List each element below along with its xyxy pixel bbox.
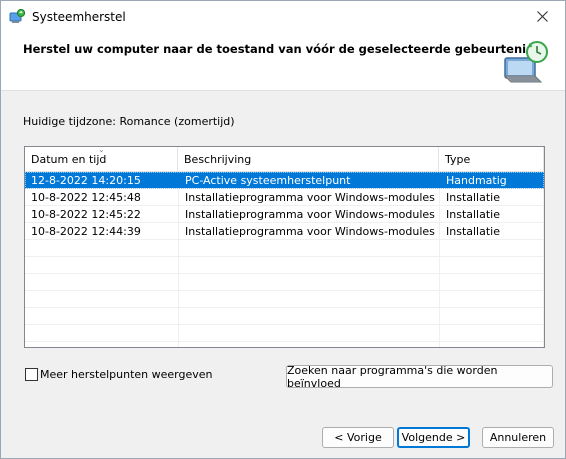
column-header-type[interactable]: Type	[439, 147, 544, 172]
wizard-header: Herstel uw computer naar de toestand van…	[1, 33, 565, 91]
system-restore-icon	[9, 9, 25, 23]
more-restore-points-label: Meer herstelpunten weergeven	[40, 368, 213, 381]
column-header-date[interactable]: ⌄ Datum en tijd	[25, 147, 178, 172]
cancel-button[interactable]: Annuleren	[482, 427, 554, 448]
title-bar[interactable]: Systeemherstel	[1, 1, 565, 33]
window-title: Systeemherstel	[32, 10, 126, 24]
table-row[interactable]: 10-8-2022 12:44:39 Installatieprogramma …	[25, 223, 544, 240]
checkbox-box[interactable]	[25, 368, 38, 381]
cell-date: 10-8-2022 12:44:39	[31, 225, 141, 238]
monitor-restore-icon	[503, 41, 548, 83]
table-row[interactable]: 10-8-2022 12:45:48 Installatieprogramma …	[25, 189, 544, 206]
empty-row	[25, 240, 544, 257]
column-header-description-label: Beschrijving	[184, 153, 252, 166]
cell-type: Installatie	[446, 191, 500, 204]
list-header: ⌄ Datum en tijd Beschrijving Type	[25, 147, 544, 172]
cell-description: Installatieprogramma voor Windows-module…	[185, 191, 435, 204]
system-restore-window: Systeemherstel Herstel uw computer naar …	[0, 0, 566, 459]
cell-date: 12-8-2022 14:20:15	[31, 174, 141, 187]
cell-description: PC-Active systeemherstelpunt	[185, 174, 351, 187]
scan-affected-programs-button[interactable]: Zoeken naar programma's die worden beïnv…	[286, 364, 553, 390]
empty-row	[25, 308, 544, 325]
cell-description: Installatieprogramma voor Windows-module…	[185, 208, 435, 221]
cell-type: Installatie	[446, 225, 500, 238]
timezone-label: Huidige tijdzone: Romance (zomertijd)	[23, 115, 235, 128]
empty-row	[25, 291, 544, 308]
column-header-date-label: Datum en tijd	[31, 153, 107, 166]
cell-date: 10-8-2022 12:45:48	[31, 191, 141, 204]
empty-row	[25, 274, 544, 291]
cell-type: Installatie	[446, 208, 500, 221]
next-button[interactable]: Volgende >	[397, 427, 470, 448]
cell-description: Installatieprogramma voor Windows-module…	[185, 225, 435, 238]
back-button[interactable]: < Vorige	[322, 427, 394, 448]
cell-type: Handmatig	[446, 174, 507, 187]
column-header-description[interactable]: Beschrijving	[178, 147, 439, 172]
more-restore-points-checkbox[interactable]: Meer herstelpunten weergeven	[25, 368, 213, 381]
sort-caret-icon: ⌄	[98, 146, 105, 154]
column-header-type-label: Type	[445, 153, 471, 166]
page-title: Herstel uw computer naar de toestand van…	[23, 42, 533, 56]
close-icon	[536, 11, 548, 22]
empty-row	[25, 257, 544, 274]
footer-divider	[1, 405, 565, 406]
cell-date: 10-8-2022 12:45:22	[31, 208, 141, 221]
close-button[interactable]	[519, 1, 565, 32]
table-row[interactable]: 12-8-2022 14:20:15 PC-Active systeemhers…	[25, 172, 544, 189]
empty-row	[25, 325, 544, 342]
table-row[interactable]: 10-8-2022 12:45:22 Installatieprogramma …	[25, 206, 544, 223]
list-rows: 12-8-2022 14:20:15 PC-Active systeemhers…	[25, 172, 544, 342]
restore-points-list[interactable]: ⌄ Datum en tijd Beschrijving Type 12-8-2…	[24, 146, 545, 348]
